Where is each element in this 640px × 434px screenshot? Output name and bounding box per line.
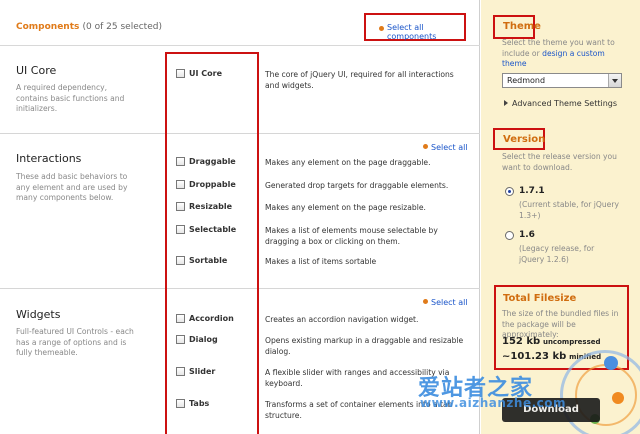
watermark-url: www.aizhanzhe.com — [420, 396, 567, 410]
bullet-icon — [379, 26, 384, 31]
version-text: Select the release version you want to d… — [502, 152, 617, 172]
component-desc: Makes any element on the page draggable. — [265, 158, 431, 167]
components-panel: Components (0 of 25 selected) Select all… — [0, 0, 480, 434]
group-title-interactions: Interactions — [16, 152, 82, 165]
triangle-right-icon — [504, 100, 508, 106]
group-desc-interactions: These add basic behaviors to any element… — [16, 172, 128, 202]
filesize-title: Total Filesize — [503, 293, 577, 304]
chevron-down-icon — [608, 74, 621, 87]
component-desc: Opens existing markup in a draggable and… — [265, 336, 464, 356]
component-desc: Makes any element on the page resizable. — [265, 203, 426, 212]
components-header: Components (0 of 25 selected) Select all… — [0, 0, 480, 46]
version-label: 1.7.1 — [519, 186, 545, 196]
watermark-dot — [612, 392, 624, 404]
theme-title: Theme — [503, 21, 541, 32]
group-title-widgets: Widgets — [16, 308, 61, 321]
advanced-theme-settings-label: Advanced Theme Settings — [512, 99, 618, 108]
uncompressed-label: uncompressed — [542, 338, 601, 346]
version-label: 1.6 — [519, 230, 535, 240]
component-desc: The core of jQuery UI, required for all … — [265, 70, 454, 90]
components-title: Components (0 of 25 selected) — [16, 22, 162, 32]
component-desc: Makes a list of elements mouse selectabl… — [265, 226, 438, 246]
component-desc: Generated drop targets for draggable ele… — [265, 181, 449, 190]
watermark-dot — [604, 356, 618, 370]
select-all-widgets-link[interactable]: Select all — [423, 298, 468, 307]
theme-select[interactable]: Redmond — [502, 73, 622, 88]
theme-select-value: Redmond — [507, 76, 546, 85]
select-all-label: Select all — [431, 298, 468, 307]
group-title-ui-core: UI Core — [16, 64, 57, 77]
select-all-components-box: Select all components — [364, 13, 466, 41]
theme-text: Select the theme you want to include or … — [502, 38, 630, 70]
checkbox-column-highlight — [165, 52, 259, 434]
bullet-icon — [423, 144, 428, 149]
select-all-interactions-link[interactable]: Select all — [423, 143, 468, 152]
version-desc: (Legacy release, for jQuery 1.2.6) — [519, 244, 595, 264]
advanced-theme-settings-toggle[interactable]: Advanced Theme Settings — [504, 99, 617, 108]
version-radio-1-7-1[interactable] — [505, 187, 514, 196]
selected-count: (0 of 25 selected) — [82, 22, 162, 32]
components-title-text: Components — [16, 22, 80, 32]
bullet-icon — [423, 299, 428, 304]
version-radio-1-6[interactable] — [505, 231, 514, 240]
component-desc: Makes a list of items sortable — [265, 257, 377, 266]
uncompressed-value: 152 kb — [502, 336, 541, 347]
select-all-components-link[interactable]: Select all components — [387, 23, 464, 41]
component-desc: Creates an accordion navigation widget. — [265, 315, 419, 324]
version-title: Version — [503, 134, 546, 145]
group-desc-ui-core: A required dependency, contains basic fu… — [16, 83, 125, 113]
group-desc-widgets: Full-featured UI Controls - each has a r… — [16, 327, 134, 357]
minified-value: ~101.23 kb — [502, 351, 567, 362]
filesize-uncompressed: 152 kb uncompressed — [502, 336, 601, 347]
version-desc: (Current stable, for jQuery 1.3+) — [519, 200, 619, 220]
select-all-label: Select all — [431, 143, 468, 152]
